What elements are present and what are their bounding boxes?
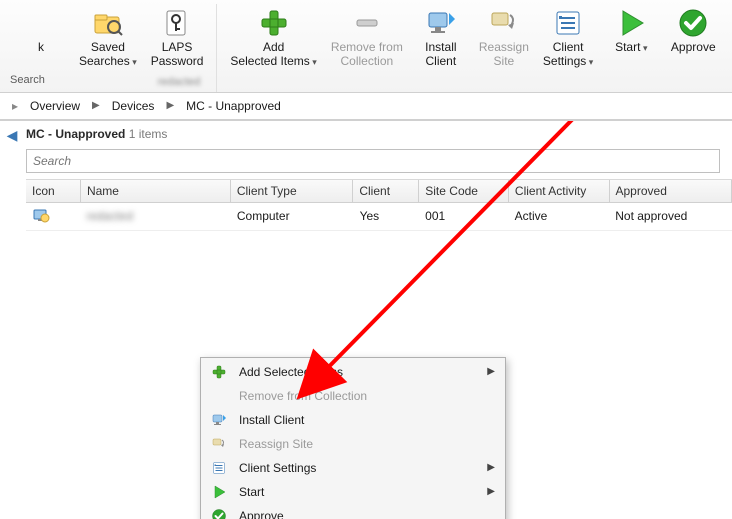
nav-back[interactable]: ◀ <box>4 127 20 143</box>
minus-icon <box>351 7 383 39</box>
row-icon <box>26 203 80 230</box>
submenu-arrow-icon: ▶ <box>487 462 495 473</box>
ctx-remove-collection-label: Remove from Collection <box>239 389 367 403</box>
panel-count: 1 items <box>129 127 168 141</box>
chevron-right-icon: ▶ <box>90 98 102 113</box>
client-settings[interactable]: Client Settings <box>536 4 600 72</box>
ctx-reassign-site-label: Reassign Site <box>239 437 313 451</box>
plus-green-icon <box>209 362 229 382</box>
client-settings-label: Client Settings <box>543 41 593 69</box>
truncated-left-label: k <box>38 41 44 55</box>
add-selected-items[interactable]: Add Selected Items <box>223 4 323 72</box>
ctx-reassign-site: Reassign Site <box>203 432 503 456</box>
play-green-icon <box>615 7 647 39</box>
folder-search-icon <box>92 7 124 39</box>
search-input[interactable] <box>27 154 719 168</box>
install-client-label: Install Client <box>425 41 456 69</box>
install-client-icon <box>209 410 229 430</box>
start-label: Start <box>615 41 647 55</box>
install-client[interactable]: Install Client <box>410 4 472 72</box>
col-client[interactable]: Client <box>353 180 419 202</box>
table-row[interactable]: redacted Computer Yes 001 Active Not app… <box>26 203 732 231</box>
client-settings-icon <box>209 458 229 478</box>
ctx-remove-collection: Remove from Collection <box>203 384 503 408</box>
redacted-label: redacted <box>148 74 211 90</box>
remove-from-collection: Remove from Collection <box>324 4 410 72</box>
ribbon-group-device: Add Selected Items Remove from Collection… <box>217 4 732 88</box>
reassign-icon <box>209 434 229 454</box>
row-client: Yes <box>354 205 420 227</box>
truncated-left[interactable]: k <box>10 4 72 58</box>
crumb-overview[interactable]: Overview <box>28 97 82 115</box>
check-circle-green-icon <box>209 506 229 519</box>
reassign-site: Reassign Site <box>472 4 536 72</box>
panel-title: MC - Unapproved <box>26 127 125 141</box>
search-box[interactable] <box>26 149 720 173</box>
breadcrumb: ▸ Overview ▶ Devices ▶ MC - Unapproved <box>0 93 732 120</box>
row-client-type: Computer <box>231 205 354 227</box>
ctx-start-label: Start <box>239 485 264 499</box>
submenu-arrow-icon: ▶ <box>487 366 495 377</box>
ctx-client-settings-label: Client Settings <box>239 461 316 475</box>
blank-icon <box>25 7 57 39</box>
reassign-site-label: Reassign Site <box>479 41 529 69</box>
saved-searches[interactable]: Saved Searches <box>72 4 144 72</box>
install-client-icon <box>425 7 457 39</box>
chevron-right-icon: ▶ <box>164 98 176 113</box>
blank-icon <box>209 386 229 406</box>
ctx-add-selected-label: Add Selected Items <box>239 365 343 379</box>
ribbon: k Saved Searches LAPS Password Search reda… <box>0 0 732 93</box>
ctx-start[interactable]: Start ▶ <box>203 480 503 504</box>
ctx-client-settings[interactable]: Client Settings ▶ <box>203 456 503 480</box>
submenu-arrow-icon: ▶ <box>487 486 495 497</box>
group-label-search: Search <box>10 74 45 90</box>
laps-password-label: LAPS Password <box>151 41 204 69</box>
key-page-icon <box>161 7 193 39</box>
col-client-type[interactable]: Client Type <box>231 180 354 202</box>
context-menu: Add Selected Items ▶ Remove from Collectio… <box>200 357 506 519</box>
col-icon[interactable]: Icon <box>26 180 81 202</box>
row-activity: Active <box>509 205 610 227</box>
add-selected-items-label: Add Selected Items <box>230 41 316 69</box>
plus-green-icon <box>258 7 290 39</box>
check-circle-green-icon <box>677 7 709 39</box>
devices-grid: Icon Name Client Type Client Site Code C… <box>26 179 732 231</box>
crumb-devices[interactable]: Devices <box>110 97 157 115</box>
saved-searches-label: Saved Searches <box>79 41 137 69</box>
ctx-install-client[interactable]: Install Client <box>203 408 503 432</box>
ctx-install-client-label: Install Client <box>239 413 304 427</box>
row-site: 001 <box>419 205 509 227</box>
reassign-icon <box>488 7 520 39</box>
play-green-icon <box>209 482 229 502</box>
col-name[interactable]: Name <box>81 180 231 202</box>
col-activity[interactable]: Client Activity <box>509 180 610 202</box>
ctx-approve[interactable]: Approve <box>203 504 503 519</box>
client-settings-icon <box>552 7 584 39</box>
grid-header: Icon Name Client Type Client Site Code C… <box>26 180 732 203</box>
start[interactable]: Start <box>600 4 662 58</box>
panel-header: MC - Unapproved 1 items <box>0 121 732 145</box>
remove-from-collection-label: Remove from Collection <box>331 41 403 69</box>
approve-label: Approve <box>671 41 716 55</box>
ctx-approve-label: Approve <box>239 509 284 519</box>
col-approved[interactable]: Approved <box>610 180 732 202</box>
laps-password[interactable]: LAPS Password <box>144 4 211 72</box>
crumb-current[interactable]: MC - Unapproved <box>184 97 283 115</box>
block[interactable]: Block <box>724 4 732 58</box>
col-site-code[interactable]: Site Code <box>419 180 509 202</box>
row-approved: Not approved <box>609 205 732 227</box>
content-pane: ◀ MC - Unapproved 1 items Icon Name Clie… <box>0 120 732 519</box>
ribbon-group-search: k Saved Searches LAPS Password Search reda… <box>4 4 217 92</box>
ctx-add-selected[interactable]: Add Selected Items ▶ <box>203 360 503 384</box>
row-name: redacted <box>80 205 230 227</box>
approve[interactable]: Approve <box>662 4 724 58</box>
